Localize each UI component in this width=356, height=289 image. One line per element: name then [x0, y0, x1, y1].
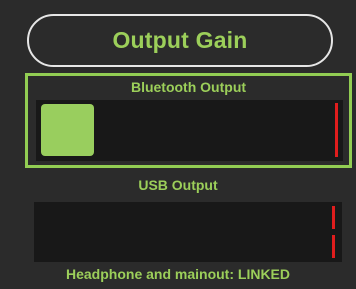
- bluetooth-level-meter: [335, 103, 338, 157]
- usb-output-slider-track[interactable]: [34, 202, 342, 262]
- bluetooth-output-label: Bluetooth Output: [130, 79, 247, 95]
- link-status-text: Headphone and mainout: LINKED: [66, 266, 290, 282]
- output-gain-title: Output Gain: [27, 14, 333, 67]
- usb-output-label: USB Output: [138, 177, 218, 193]
- bluetooth-output-section: Bluetooth Output: [25, 73, 352, 168]
- output-gain-title-text: Output Gain: [112, 27, 248, 53]
- bluetooth-output-slider-track[interactable]: [36, 100, 343, 161]
- bluetooth-output-slider-handle[interactable]: [41, 104, 94, 156]
- usb-level-meter-bottom: [332, 235, 335, 258]
- usb-level-meter-top: [332, 206, 335, 229]
